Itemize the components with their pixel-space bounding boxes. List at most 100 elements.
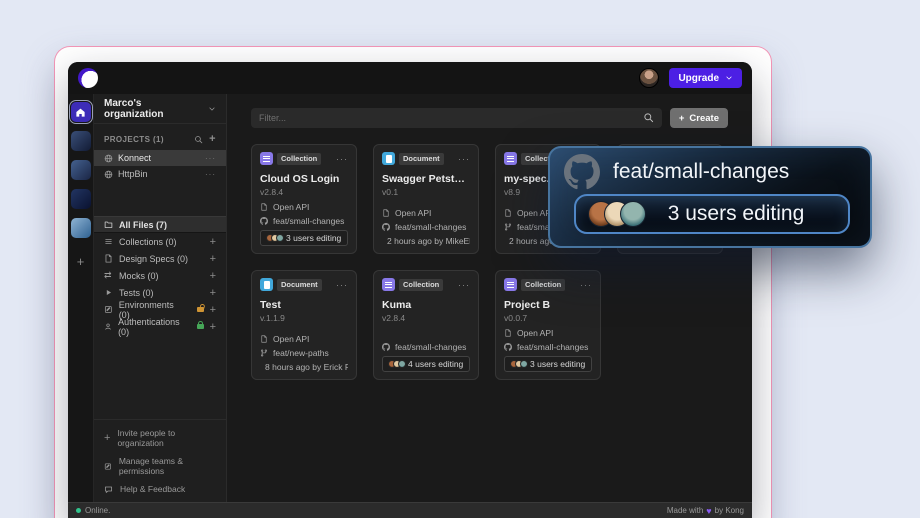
sidebar-item-httpbin[interactable]: HttpBin ···: [94, 166, 226, 182]
add-environment-button[interactable]: +: [210, 304, 216, 316]
sidebar-item-mocks[interactable]: ⇄ Mocks (0) +: [94, 267, 226, 284]
sidebar-item-all-files[interactable]: All Files (7): [94, 216, 226, 233]
globe-icon: [104, 170, 113, 179]
card-kuma[interactable]: Collection ··· Kuma v2.8.4 feat/small-ch…: [373, 270, 479, 380]
document-icon: [382, 209, 390, 217]
collection-icon: [260, 152, 273, 165]
sidebar-item-design-specs[interactable]: Design Specs (0) +: [94, 250, 226, 267]
globe-icon: [104, 154, 113, 163]
sidebar-item-environments[interactable]: Environments (0) +: [94, 301, 226, 318]
card-menu-button[interactable]: ···: [458, 280, 470, 290]
card-branch: feat/small-changes: [517, 342, 588, 352]
sidebar-item-authentications[interactable]: Authentications (0) +: [94, 318, 226, 335]
plus-icon: +: [104, 432, 110, 444]
card-menu-button[interactable]: ···: [580, 280, 592, 290]
github-icon: [504, 343, 512, 351]
project-label: Konnect: [118, 153, 151, 163]
card-branch: feat/small-changes: [273, 216, 344, 226]
pencil-square-icon: [104, 462, 112, 471]
card-swagger-petstore[interactable]: Document ··· Swagger Petstore 1.0.5 v0.1…: [373, 144, 479, 254]
add-authentication-button[interactable]: +: [210, 321, 216, 333]
project-menu-button[interactable]: ···: [205, 154, 216, 163]
online-status-icon: [76, 508, 81, 513]
document-badge-icon: [382, 152, 395, 165]
github-icon: [382, 223, 390, 231]
app-topbar: Upgrade: [68, 62, 752, 94]
git-branch-icon: [504, 223, 512, 231]
add-test-button[interactable]: +: [210, 287, 216, 299]
filter-input[interactable]: [251, 108, 662, 128]
card-title: Swagger Petstore 1.0.5: [382, 173, 470, 185]
rail-add-organization-button[interactable]: +: [71, 251, 91, 271]
rail-home-button[interactable]: [71, 102, 91, 122]
projects-section-header: PROJECTS (1) +: [94, 124, 226, 150]
card-version: v.1.1.9: [260, 313, 348, 323]
manage-teams-link[interactable]: Manage teams & permissions: [104, 456, 216, 476]
project-label: HttpBin: [118, 169, 148, 179]
callout-users-editing-pill: 3 users editing: [574, 194, 850, 234]
card-cloud-os-login[interactable]: Collection ··· Cloud OS Login v2.8.4 Ope…: [251, 144, 357, 254]
add-collection-button[interactable]: +: [210, 236, 216, 248]
projects-header-label: PROJECTS (1): [104, 135, 164, 144]
card-menu-button[interactable]: ···: [458, 154, 470, 164]
collection-icon: [504, 152, 517, 165]
editor-avatars: [510, 360, 525, 368]
sidebar-gap: [94, 182, 226, 216]
credit-prefix: Made with: [667, 506, 703, 515]
card-spec-type: Open API: [273, 202, 309, 212]
users-editing-label: 3 users editing: [530, 359, 585, 369]
help-feedback-link[interactable]: Help & Feedback: [104, 484, 216, 494]
user-avatar[interactable]: [639, 68, 659, 88]
card-spec-type: Open API: [273, 334, 309, 344]
collection-icon: [504, 278, 517, 291]
add-design-spec-button[interactable]: +: [210, 253, 216, 265]
unlocked-icon: [197, 307, 204, 312]
person-icon: [104, 322, 112, 331]
play-icon: [104, 288, 113, 297]
card-modified: 8 hours ago by Erick R.: [265, 362, 348, 372]
card-type-badge: Document: [277, 279, 322, 291]
invite-people-link[interactable]: + Invite people to organization: [104, 428, 216, 448]
folder-icon: [104, 220, 113, 229]
users-editing-label: 3 users editing: [286, 233, 341, 243]
rail-org-avatar-2[interactable]: [71, 160, 91, 180]
collection-list-icon: [104, 237, 113, 246]
add-mock-button[interactable]: +: [210, 270, 216, 282]
search-icon: [643, 112, 654, 123]
rail-org-avatar-1[interactable]: [71, 131, 91, 151]
card-branch: feat/small-changes: [395, 222, 466, 232]
card-version: v0.1: [382, 187, 470, 197]
card-menu-button[interactable]: ···: [336, 154, 348, 164]
add-project-button[interactable]: +: [209, 133, 216, 145]
footer-label: Help & Feedback: [120, 484, 185, 494]
card-menu-button[interactable]: ···: [336, 280, 348, 290]
sidebar: Marco's organization PROJECTS (1) + Konn…: [94, 94, 227, 502]
collaboration-callout: feat/small-changes 3 users editing: [548, 146, 872, 248]
sidebar-item-konnect[interactable]: Konnect ···: [94, 150, 226, 166]
rail-org-avatar-3[interactable]: [71, 189, 91, 209]
chevron-down-icon: [725, 74, 733, 82]
sidebar-item-tests[interactable]: Tests (0) +: [94, 284, 226, 301]
editor-avatars: [588, 201, 636, 227]
users-editing-pill: 3 users editing: [260, 230, 348, 246]
organization-switcher[interactable]: Marco's organization: [94, 94, 226, 124]
organization-rail: +: [68, 94, 94, 502]
card-version: v0.0.7: [504, 313, 592, 323]
create-button[interactable]: + Create: [670, 108, 728, 128]
card-branch: feat/new-paths: [273, 348, 329, 358]
document-icon: [260, 335, 268, 343]
upgrade-button[interactable]: Upgrade: [669, 68, 742, 88]
card-test[interactable]: Document ··· Test v.1.1.9 Open API feat/…: [251, 270, 357, 380]
create-label: Create: [689, 113, 719, 124]
project-menu-button[interactable]: ···: [205, 170, 216, 179]
card-version: v2.8.4: [382, 313, 470, 323]
search-icon[interactable]: [194, 135, 203, 144]
filter-label: Mocks (0): [119, 271, 159, 281]
insomnia-logo-icon: [78, 68, 98, 88]
users-editing-pill: 4 users editing: [382, 356, 470, 372]
sidebar-item-collections[interactable]: Collections (0) +: [94, 233, 226, 250]
card-project-b[interactable]: Collection ··· Project B v0.0.7 Open API…: [495, 270, 601, 380]
pencil-square-icon: [104, 305, 113, 314]
rail-org-avatar-4[interactable]: [71, 218, 91, 238]
home-icon: [75, 107, 86, 118]
